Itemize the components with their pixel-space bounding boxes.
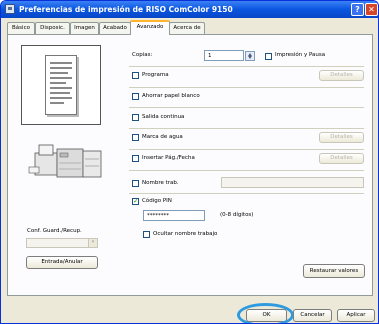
ocultar-checkbox[interactable] [143, 231, 150, 238]
paper-icon [45, 55, 77, 115]
copies-input[interactable]: 1 [204, 50, 244, 61]
restaurar-valores-button[interactable]: Restaurar valores [303, 264, 365, 278]
insertar-details-button[interactable]: Detalles [319, 153, 364, 164]
conf-guard-select[interactable]: ▾ [26, 238, 98, 248]
nombre-trab-input[interactable] [221, 177, 364, 188]
entrada-anular-button[interactable]: Entrada/Anular [26, 256, 98, 269]
programa-checkbox[interactable] [132, 72, 139, 79]
conf-guard-label: Conf. Guard./Recup. [27, 228, 82, 234]
tab-avanzado[interactable]: Avanzado [130, 20, 170, 35]
tab-imagen[interactable]: Imagen [70, 22, 99, 34]
codigo-pin-checkbox[interactable] [132, 197, 139, 205]
copies-value: 1 [208, 53, 212, 59]
ok-highlight-circle [237, 303, 294, 323]
codigo-pin-label: Código PIN [142, 198, 172, 204]
ocultar-label: Ocultar nombre trabajo [153, 231, 218, 237]
marca-label: Marca de agua [142, 134, 183, 140]
help-button[interactable]: ? [351, 3, 364, 16]
nombre-trab-checkbox[interactable] [132, 180, 139, 187]
divider [129, 149, 364, 150]
divider [129, 128, 364, 129]
divider [129, 87, 364, 88]
printer-app-icon [5, 4, 15, 14]
tab-acabado[interactable]: Acabado [99, 22, 131, 34]
tab-disposicion[interactable]: Disposic. [35, 22, 70, 34]
page-preview [21, 45, 101, 125]
pin-hint: (0-8 dígitos) [220, 212, 254, 218]
insertar-checkbox[interactable] [132, 155, 139, 162]
programa-details-button[interactable]: Detalles [319, 70, 364, 81]
pause-label: Impresión y Pausa [275, 52, 326, 58]
tab-basico[interactable]: Básico [7, 22, 35, 34]
print-preferences-dialog: Preferencias de impresión de RISO ComCol… [0, 0, 379, 324]
programa-label: Programa [142, 72, 169, 78]
divider [129, 170, 364, 171]
ahorrar-label: Ahorrar papel blanco [142, 93, 200, 99]
tab-acerca-de[interactable]: Acerca de [169, 22, 205, 34]
divider [129, 193, 364, 194]
pin-value: ******** [147, 213, 169, 219]
pause-checkbox[interactable] [265, 53, 272, 60]
salida-label: Salida continua [142, 114, 185, 120]
salida-checkbox[interactable] [132, 114, 139, 121]
printer-icon [28, 144, 102, 178]
pin-input[interactable]: ******** [143, 210, 205, 221]
aplicar-button[interactable]: Aplicar [337, 309, 375, 322]
chevron-down-icon: ▾ [88, 239, 97, 247]
cancelar-button[interactable]: Cancelar [293, 309, 332, 322]
title-bar: Preferencias de impresión de RISO ComCol… [1, 1, 378, 18]
insertar-label: Insertar Pág./Fecha [142, 155, 195, 161]
divider [129, 107, 364, 108]
marca-details-button[interactable]: Detalles [319, 132, 364, 143]
nombre-trab-label: Nombre trab. [142, 180, 179, 186]
copies-stepper[interactable] [245, 51, 255, 61]
marca-checkbox[interactable] [132, 134, 139, 141]
copies-label: Copias: [132, 52, 153, 58]
close-button[interactable]: ✕ [365, 3, 378, 16]
window-title: Preferencias de impresión de RISO ComCol… [19, 5, 233, 14]
divider [129, 66, 364, 67]
ahorrar-checkbox[interactable] [132, 93, 139, 100]
